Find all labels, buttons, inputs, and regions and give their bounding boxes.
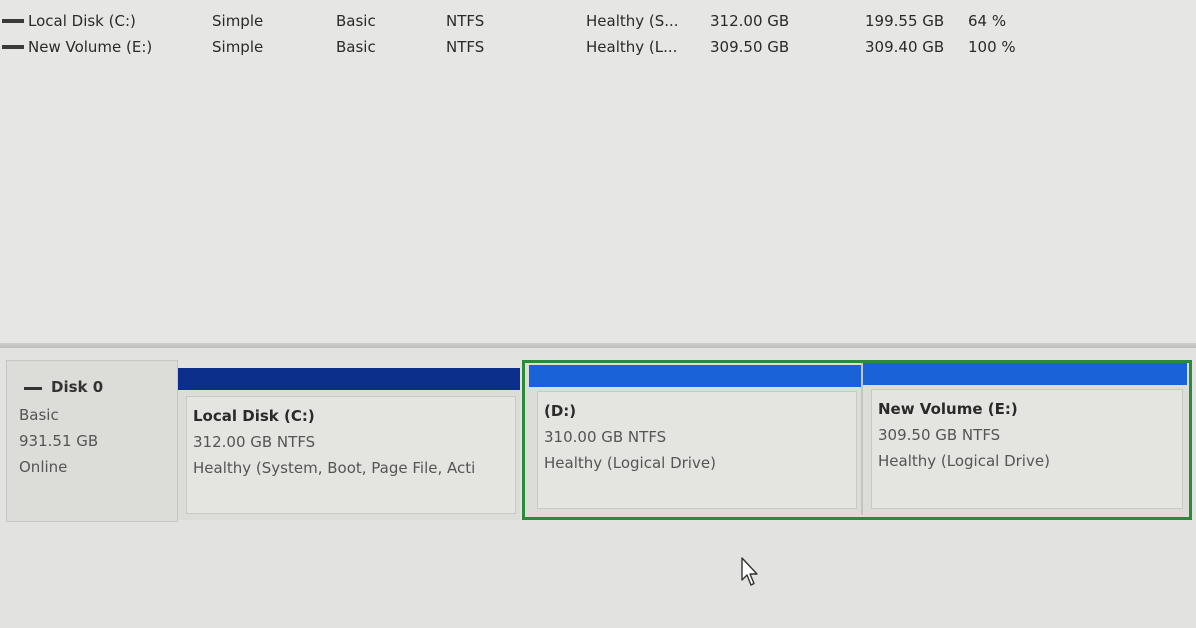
partition-details: New Volume (E:) 309.50 GB NTFS Healthy (… (871, 389, 1183, 509)
volume-layout: Simple (212, 38, 264, 56)
volume-percent-free: 64 % (968, 12, 1007, 30)
logical-drive-bar (529, 365, 861, 387)
partition-details: Local Disk (C:) 312.00 GB NTFS Healthy (… (186, 396, 516, 514)
partition-name: (D:) (544, 402, 577, 420)
partition-status: Healthy (Logical Drive) (544, 454, 716, 472)
volume-row-c[interactable]: Local Disk (C:) Simple Basic NTFS Health… (0, 8, 1196, 32)
volume-percent-free: 100 % (968, 38, 1016, 56)
partition-name: New Volume (E:) (878, 400, 1018, 418)
partition-details: (D:) 310.00 GB NTFS Healthy (Logical Dri… (537, 391, 857, 509)
volume-file-system: NTFS (446, 12, 485, 30)
volume-free-space: 199.55 GB (865, 12, 945, 30)
volume-status: Healthy (L... (586, 38, 678, 56)
volume-capacity: 309.50 GB (710, 38, 790, 56)
partition-size: 309.50 GB NTFS (878, 426, 1001, 444)
extended-partition[interactable]: (D:) 310.00 GB NTFS Healthy (Logical Dri… (522, 360, 1192, 520)
volume-file-system: NTFS (446, 38, 485, 56)
disk-size: 931.51 GB (19, 432, 99, 450)
partition-c[interactable]: Local Disk (C:) 312.00 GB NTFS Healthy (… (178, 368, 520, 520)
drive-icon (2, 45, 24, 49)
volume-type: Basic (336, 38, 376, 56)
volume-type: Basic (336, 12, 376, 30)
disk-status: Online (19, 458, 68, 476)
disk-0-label[interactable]: Disk 0 Basic 931.51 GB Online (6, 360, 178, 522)
partition-size: 310.00 GB NTFS (544, 428, 667, 446)
disk-type: Basic (19, 406, 59, 424)
partition-name: Local Disk (C:) (193, 407, 315, 425)
mouse-pointer-icon (741, 557, 758, 586)
partition-status: Healthy (Logical Drive) (878, 452, 1050, 470)
partition-size: 312.00 GB NTFS (193, 433, 316, 451)
volume-capacity: 312.00 GB (710, 12, 790, 30)
disk-map-pane: Disk 0 Basic 931.51 GB Online Local Disk… (0, 348, 1196, 628)
disk-collapse-icon (24, 387, 42, 390)
volume-layout: Simple (212, 12, 264, 30)
volume-status: Healthy (S... (586, 12, 679, 30)
volume-name: New Volume (E:) (28, 38, 153, 56)
volume-list: Local Disk (C:) Simple Basic NTFS Health… (0, 0, 1196, 350)
logical-drive-bar (863, 363, 1187, 385)
volume-row-e[interactable]: New Volume (E:) Simple Basic NTFS Health… (0, 34, 1196, 58)
partition-d[interactable]: (D:) 310.00 GB NTFS Healthy (Logical Dri… (529, 365, 861, 515)
partition-e[interactable]: New Volume (E:) 309.50 GB NTFS Healthy (… (861, 363, 1187, 515)
drive-icon (2, 19, 24, 23)
disk-name: Disk 0 (51, 378, 104, 396)
partition-status: Healthy (System, Boot, Page File, Acti (193, 459, 476, 477)
volume-free-space: 309.40 GB (865, 38, 945, 56)
primary-partition-bar (178, 368, 520, 390)
volume-name: Local Disk (C:) (28, 12, 136, 30)
